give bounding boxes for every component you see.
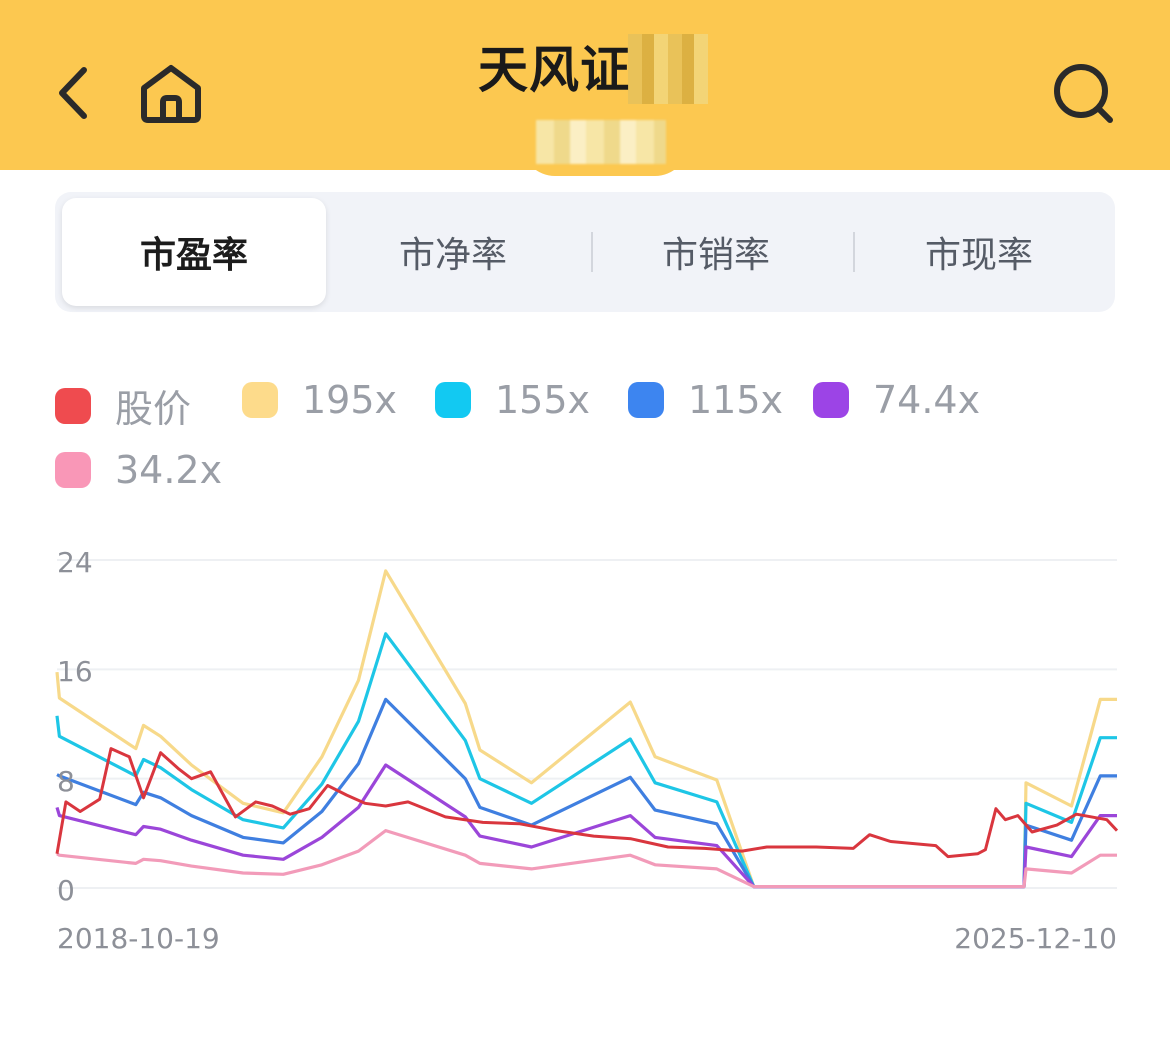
search-button[interactable] bbox=[1050, 60, 1118, 126]
x-start-label: 2018-10-19 bbox=[57, 922, 220, 955]
search-icon bbox=[1054, 64, 1113, 123]
chart-series bbox=[55, 569, 1119, 889]
x-end-label: 2025-12-10 bbox=[954, 922, 1117, 955]
legend-label: 34.2x bbox=[115, 448, 223, 492]
series-line-115x bbox=[56, 697, 1117, 889]
legend-swatch bbox=[55, 387, 91, 424]
chevron-left-icon bbox=[59, 67, 87, 119]
y-tick-label: 0 bbox=[57, 874, 75, 907]
legend-item-price[interactable]: 股价 bbox=[55, 378, 191, 433]
legend-item-34-2x[interactable]: 34.2x bbox=[55, 448, 222, 492]
legend-item-155x[interactable]: 155x bbox=[435, 378, 590, 422]
y-tick-label: 8 bbox=[57, 765, 75, 798]
legend-swatch bbox=[242, 382, 278, 418]
legend-label: 115x bbox=[688, 378, 784, 422]
tab-pb[interactable]: 市净率 bbox=[321, 198, 585, 306]
title-blur-mask bbox=[628, 34, 708, 104]
valuation-band-chart: 24 16 8 0 2018-10-19 2025-12-10 bbox=[55, 546, 1119, 955]
back-button[interactable] bbox=[50, 62, 100, 124]
legend-label: 155x bbox=[495, 378, 591, 422]
page-title: 天风证 bbox=[478, 41, 631, 99]
legend-swatch bbox=[813, 382, 849, 418]
legend-item-74-4x[interactable]: 74.4x bbox=[813, 378, 980, 422]
legend-label: 股价 bbox=[115, 387, 192, 431]
subtitle-blur-mask bbox=[536, 120, 666, 164]
legend-item-195x[interactable]: 195x bbox=[242, 378, 397, 422]
valuation-tabs: 市盈率 市净率 市销率 市现率 bbox=[55, 192, 1115, 312]
tab-ps[interactable]: 市销率 bbox=[584, 198, 848, 306]
legend-label: 195x bbox=[302, 378, 398, 422]
chart-grid bbox=[57, 559, 1117, 889]
legend-label: 74.4x bbox=[873, 378, 981, 422]
y-tick-label: 24 bbox=[57, 546, 93, 579]
legend-swatch bbox=[435, 382, 471, 418]
home-icon bbox=[141, 65, 201, 123]
home-button[interactable] bbox=[136, 62, 206, 124]
tab-pcf[interactable]: 市现率 bbox=[847, 198, 1111, 306]
legend-swatch bbox=[628, 382, 664, 418]
legend-item-115x[interactable]: 115x bbox=[628, 378, 783, 422]
series-line-195x bbox=[55, 569, 1117, 889]
series-line-34-2x bbox=[56, 829, 1117, 889]
tab-pe[interactable]: 市盈率 bbox=[62, 198, 326, 306]
chart-axes: 24 16 8 0 2018-10-19 2025-12-10 bbox=[57, 546, 1117, 955]
legend-swatch bbox=[55, 452, 91, 488]
y-tick-label: 16 bbox=[57, 655, 93, 688]
